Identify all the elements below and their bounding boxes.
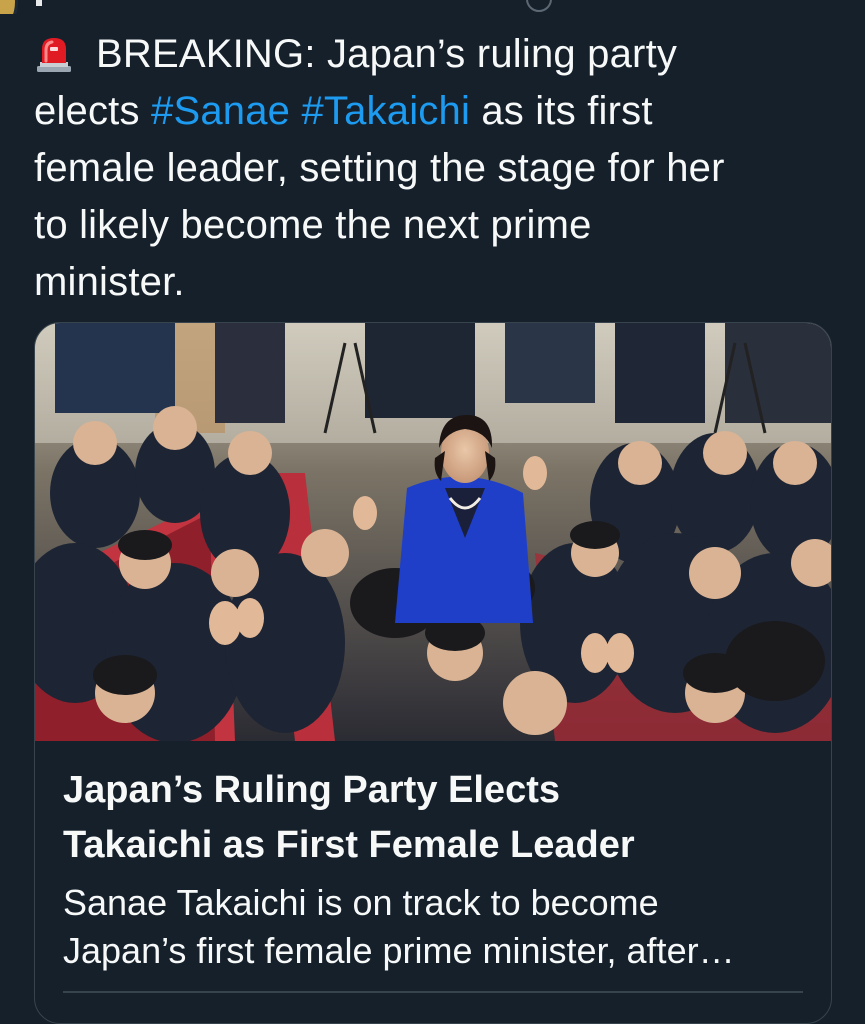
tweet-line-3: female leader, setting the stage for her: [34, 146, 725, 190]
tweet-line-1: BREAKING: Japan’s ruling party: [34, 26, 834, 83]
tweet-text: BREAKING: Japan’s ruling party elects #S…: [34, 26, 834, 311]
card-description: Sanae Takaichi is on track to become Jap…: [63, 879, 813, 975]
police-car-light-icon: [37, 38, 71, 72]
at-handle-fragment: [526, 0, 552, 12]
card-description-line: Sanae Takaichi is on track to become: [63, 882, 659, 923]
display-name-fragment: [36, 0, 42, 6]
card-title-line: Takaichi as First Female Leader: [63, 824, 635, 866]
card-photo[interactable]: [35, 323, 831, 741]
hashtag-sanae-link[interactable]: #Sanae: [151, 89, 290, 133]
card-description-line: Japan’s first female prime minister, aft…: [63, 930, 735, 971]
tweet-line-4: to likely become the next prime: [34, 203, 592, 247]
card-title[interactable]: Japan’s Ruling Party Elects Takaichi as …: [63, 763, 813, 873]
link-preview-card[interactable]: Japan’s Ruling Party Elects Takaichi as …: [34, 322, 832, 1024]
tweet-line-5: minister.: [34, 260, 185, 304]
hashtag-takaichi-link[interactable]: #Takaichi: [301, 89, 470, 133]
avatar[interactable]: [0, 0, 18, 14]
card-divider: [63, 991, 803, 993]
previous-tweet-header-fragment: [0, 0, 865, 14]
card-title-line: Japan’s Ruling Party Elects: [63, 769, 560, 811]
tweet-line-2: elects #Sanae #Takaichi as its first: [34, 89, 653, 133]
